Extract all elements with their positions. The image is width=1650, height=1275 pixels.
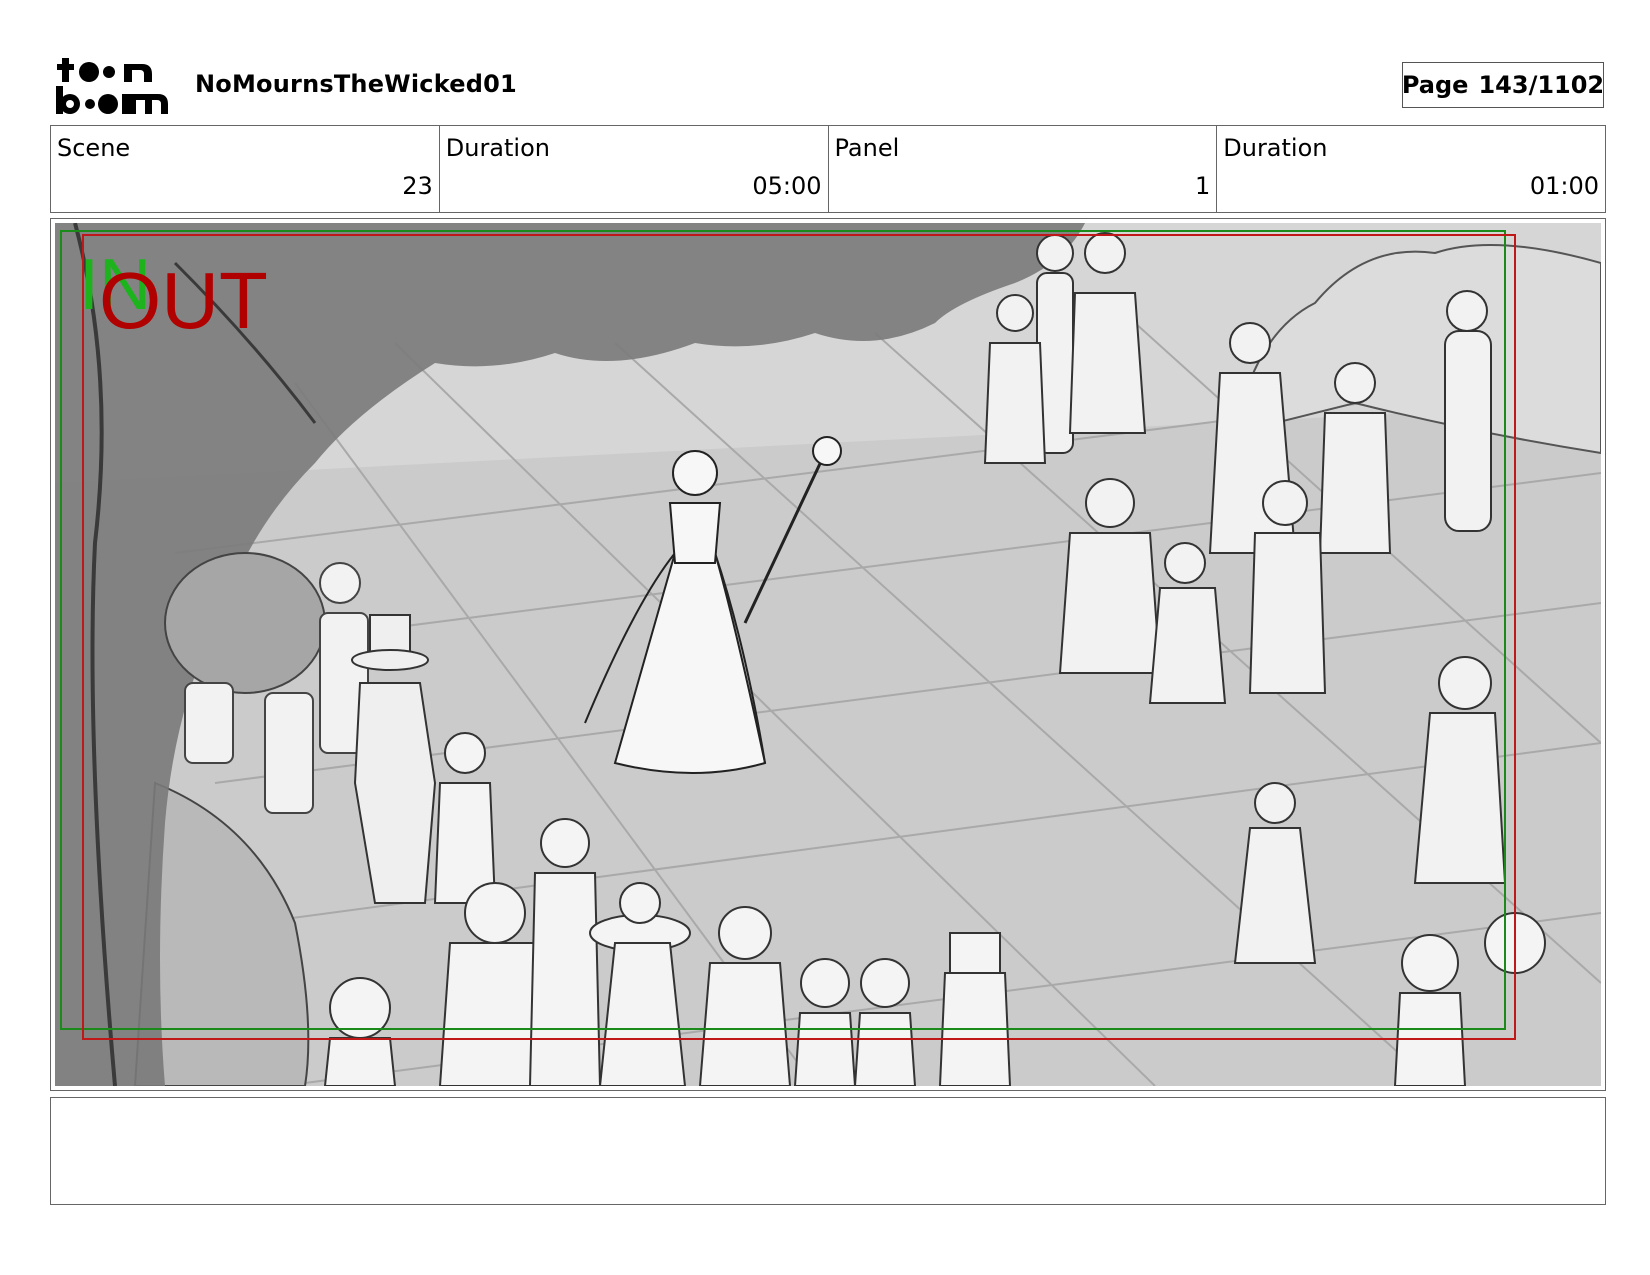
storyboard-panel-image: IN OUT [55,223,1601,1086]
scene-duration-label: Duration [445,134,550,162]
panel-sketch [55,223,1601,1086]
bush-left [164,552,326,694]
panel-value: 1 [1194,172,1211,200]
scene-duration-cell: Duration 05:00 [440,126,829,212]
panel-duration-cell: Duration 01:00 [1217,126,1605,212]
panel-notes-box [50,1097,1606,1205]
page-label: Page [1401,71,1469,99]
project-title: NoMournsTheWicked01 [195,70,517,98]
page-indicator: Page 143/1102 [1402,62,1604,108]
out-guide-label: OUT [99,256,268,345]
scene-value: 23 [402,172,433,200]
page-number: 143/1102 [1478,71,1605,99]
scene-cell: Scene 23 [51,126,440,212]
scene-label: Scene [57,134,131,162]
scene-duration-value: 05:00 [752,172,822,200]
toonboom-logo-graphic [56,58,168,114]
storyboard-panel-frame: IN OUT [50,218,1606,1091]
panel-label: Panel [834,134,900,162]
toonboom-logo [54,54,172,116]
panel-cell: Panel 1 [829,126,1218,212]
scene-info-row: Scene 23 Duration 05:00 Panel 1 Duration… [50,125,1606,213]
panel-duration-label: Duration [1223,134,1328,162]
panel-duration-value: 01:00 [1529,172,1599,200]
